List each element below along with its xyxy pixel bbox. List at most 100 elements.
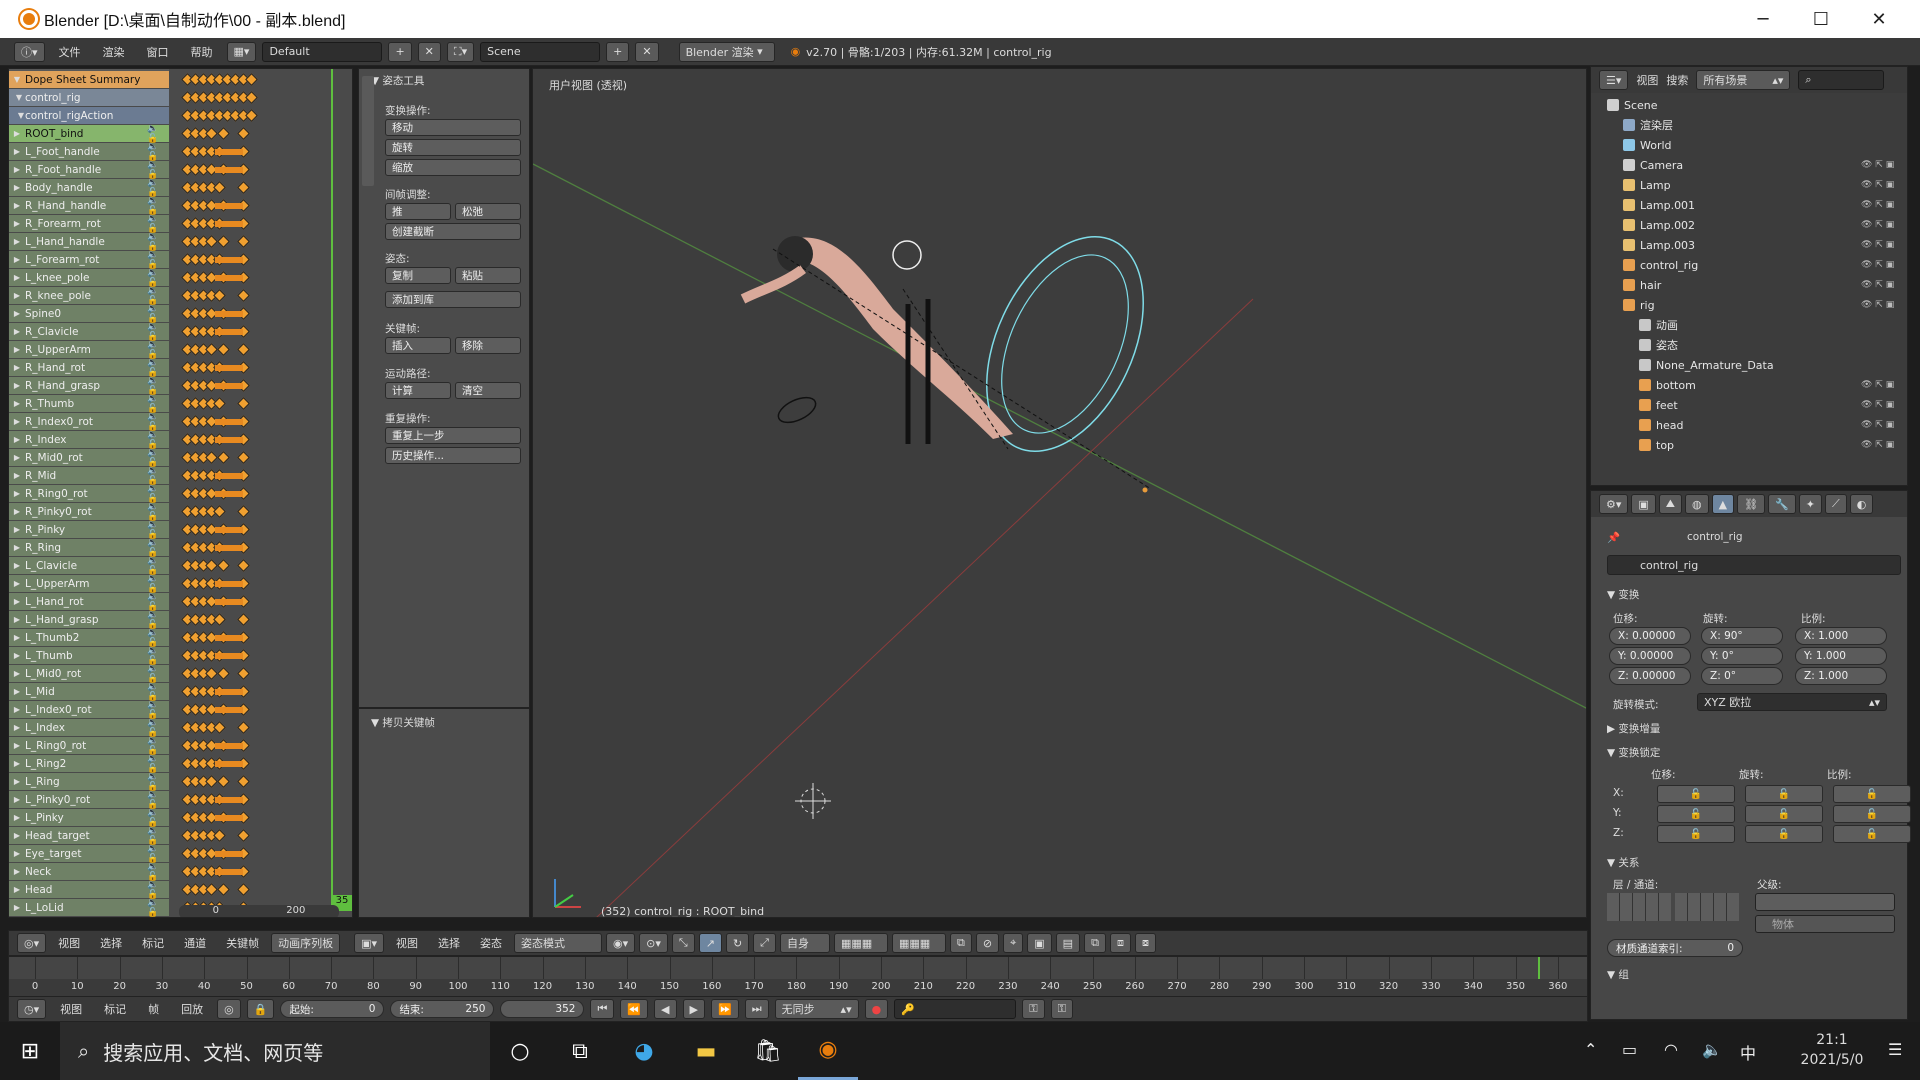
mute-lock-icon[interactable]: 🔈🔓 <box>147 250 169 270</box>
channel-row[interactable]: ▶ Head_target 🔈🔓 <box>9 826 169 846</box>
channel-row[interactable]: ▶ L_Pinky 🔈🔓 <box>9 808 169 828</box>
timeline-menu-view[interactable]: 视图 <box>52 1001 90 1017</box>
lock-layers-icon[interactable]: ⧉ <box>949 933 972 953</box>
parent-field[interactable] <box>1755 893 1895 911</box>
transform-lock-toggle[interactable]: 🔓 <box>1657 785 1735 803</box>
keyframe-marker[interactable] <box>237 343 250 356</box>
visibility-toggle-icons[interactable]: 👁 ⇱ ▣ <box>1861 195 1894 215</box>
outliner-item[interactable]: Scene <box>1607 95 1658 115</box>
outliner-item[interactable]: 渲染层 <box>1623 115 1673 135</box>
expand-arrow-icon[interactable]: ▶ <box>9 813 25 822</box>
location-x-field[interactable]: X: 0.00000 <box>1609 627 1691 645</box>
expand-arrow-icon[interactable]: ▶ <box>9 273 25 282</box>
mute-lock-icon[interactable]: 🔈🔓 <box>147 286 169 306</box>
mute-lock-icon[interactable]: 🔈🔓 <box>147 898 169 918</box>
ime-indicator[interactable]: 中 <box>1740 1040 1756 1064</box>
insert-keyframe-button[interactable]: 插入 <box>385 337 451 354</box>
layers-grid-2[interactable]: ▦▦▦ <box>891 933 946 953</box>
visibility-toggle-icons[interactable]: 👁 ⇱ ▣ <box>1861 175 1894 195</box>
location-z-field[interactable]: Z: 0.00000 <box>1609 667 1691 685</box>
view3d-menu-select[interactable]: 选择 <box>430 935 468 951</box>
keyframe-marker[interactable] <box>237 883 250 896</box>
dope-menu-channel[interactable]: 通道 <box>176 935 214 951</box>
jump-start-button[interactable]: ⏮ <box>590 999 615 1019</box>
expand-arrow-icon[interactable]: ▶ <box>9 741 25 750</box>
expand-arrow-icon[interactable]: ▶ <box>9 543 25 552</box>
outliner-item[interactable]: head <box>1639 415 1683 435</box>
mute-lock-icon[interactable]: 🔈🔓 <box>147 682 169 702</box>
expand-arrow-icon[interactable]: ▶ <box>9 759 25 768</box>
mute-lock-icon[interactable]: 🔈🔓 <box>147 142 169 162</box>
mute-lock-icon[interactable]: 🔈🔓 <box>147 610 169 630</box>
play-reverse-button[interactable]: ◀ <box>654 999 677 1019</box>
snap-icon[interactable]: ⌖ <box>1003 933 1024 953</box>
keyframe-marker[interactable] <box>237 505 250 518</box>
translate-manipulator-icon[interactable]: ↗ <box>698 933 722 953</box>
properties-editor-type-button[interactable]: ⚙▾ <box>1599 494 1629 514</box>
mute-lock-icon[interactable]: 🔈🔓 <box>147 574 169 594</box>
channel-row[interactable]: ▶ L_Foot_handle 🔈🔓 <box>9 142 169 162</box>
channel-row[interactable]: ▶ R_Ring 🔈🔓 <box>9 538 169 558</box>
history-button[interactable]: 历史操作... <box>385 447 521 464</box>
expand-arrow-icon[interactable]: ▶ <box>9 867 25 876</box>
expand-arrow-icon[interactable]: ▶ <box>9 165 25 174</box>
paste-flipped-icon[interactable]: ⧇ <box>1134 933 1156 953</box>
cortana-icon[interactable]: ○ <box>490 1022 550 1080</box>
expand-arrow-icon[interactable]: ▶ <box>9 237 25 246</box>
expand-arrow-icon[interactable]: ▶ <box>9 561 25 570</box>
mute-lock-icon[interactable]: 🔈🔓 <box>147 718 169 738</box>
move-button[interactable]: 移动 <box>385 119 521 136</box>
mute-lock-icon[interactable]: 🔈🔓 <box>147 214 169 234</box>
mute-lock-icon[interactable]: 🔈🔓 <box>147 646 169 666</box>
expand-arrow-icon[interactable]: ▶ <box>9 669 25 678</box>
channel-row[interactable]: ▶ R_knee_pole 🔈🔓 <box>9 286 169 306</box>
mute-lock-icon[interactable]: 🔈🔓 <box>147 628 169 648</box>
play-button[interactable]: ▶ <box>682 999 705 1019</box>
channel-row[interactable]: ▼ Dope Sheet Summary <box>9 71 169 89</box>
visibility-toggle-icons[interactable]: 👁 ⇱ ▣ <box>1861 435 1894 455</box>
minimize-button[interactable]: ─ <box>1734 0 1792 38</box>
mute-lock-icon[interactable]: 🔈🔓 <box>147 592 169 612</box>
expand-arrow-icon[interactable]: ▶ <box>9 435 25 444</box>
rotation-x-field[interactable]: X: 90° <box>1701 627 1783 645</box>
channel-row[interactable]: ▶ L_Ring 🔈🔓 <box>9 772 169 792</box>
bone-tab-icon[interactable]: ⟋ <box>1825 494 1847 514</box>
scale-z-field[interactable]: Z: 1.000 <box>1795 667 1887 685</box>
expand-arrow-icon[interactable]: ▶ <box>9 597 25 606</box>
keyframe-marker[interactable] <box>205 559 218 572</box>
mute-lock-icon[interactable]: 🔈🔓 <box>147 322 169 342</box>
channel-row[interactable]: ▶ R_Clavicle 🔈🔓 <box>9 322 169 342</box>
expand-arrow-icon[interactable]: ▶ <box>9 525 25 534</box>
view3d-editor-type-button[interactable]: ▣▾ <box>354 933 385 953</box>
expand-arrow-icon[interactable]: ▶ <box>9 291 25 300</box>
end-frame-field[interactable]: 结束: 250 <box>390 1000 495 1018</box>
keyframe-marker[interactable] <box>217 451 230 464</box>
task-view-icon[interactable]: ⧉ <box>550 1022 610 1080</box>
keyframe-marker[interactable] <box>245 109 258 122</box>
outliner-item[interactable]: 动画 <box>1639 315 1678 335</box>
keyframe-marker[interactable] <box>205 451 218 464</box>
channel-row[interactable]: ▼ control_rigAction <box>9 107 169 125</box>
expand-arrow-icon[interactable]: ▶ <box>9 417 25 426</box>
layers-grid-1[interactable]: ▦▦▦ <box>833 933 888 953</box>
keyframe-area[interactable] <box>169 69 352 917</box>
mute-lock-icon[interactable]: 🔈🔓 <box>147 556 169 576</box>
transform-lock-toggle[interactable]: 🔓 <box>1657 805 1735 823</box>
relations-header[interactable]: ▼ 关系 <box>1607 855 1639 870</box>
channel-row[interactable]: ▶ L_Mid0_rot 🔈🔓 <box>9 664 169 684</box>
keyframe-marker[interactable] <box>205 775 218 788</box>
mute-lock-icon[interactable]: 🔈🔓 <box>147 520 169 540</box>
mute-lock-icon[interactable]: 🔈🔓 <box>147 412 169 432</box>
scene-field[interactable]: Scene <box>480 41 601 62</box>
keyframe-marker[interactable] <box>245 73 258 86</box>
mute-lock-icon[interactable]: 🔈🔓 <box>147 466 169 486</box>
expand-arrow-icon[interactable]: ▶ <box>9 651 25 660</box>
outliner-item[interactable]: Lamp.003 <box>1623 235 1695 255</box>
mute-lock-icon[interactable]: 🔈🔓 <box>147 232 169 252</box>
mute-lock-icon[interactable]: 🔈🔓 <box>147 178 169 198</box>
channel-row[interactable]: ▶ L_knee_pole 🔈🔓 <box>9 268 169 288</box>
keyframe-marker[interactable] <box>213 829 226 842</box>
dope-menu-key[interactable]: 关键帧 <box>218 935 267 951</box>
transform-lock-toggle[interactable]: 🔓 <box>1745 825 1823 843</box>
channel-row[interactable]: ▶ R_Thumb 🔈🔓 <box>9 394 169 414</box>
